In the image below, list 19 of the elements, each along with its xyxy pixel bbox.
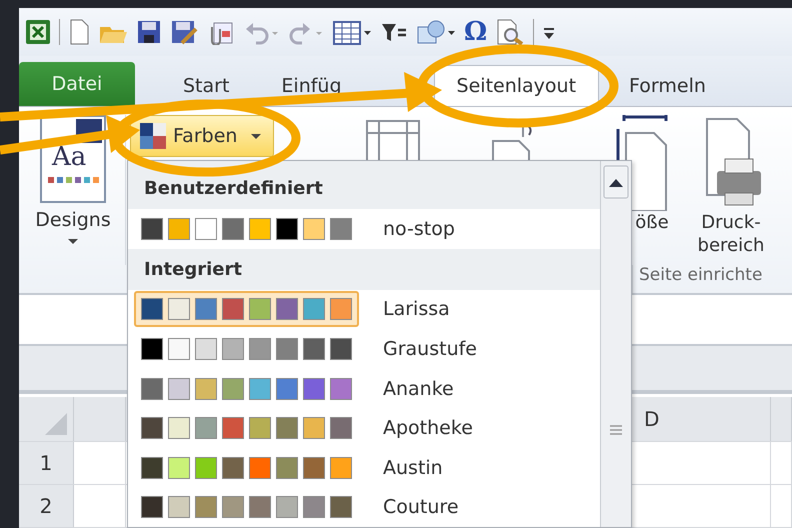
section-heading: Benutzerdefiniert	[128, 161, 600, 209]
ribbon-tab[interactable]: Einfüg	[259, 66, 364, 106]
section-heading: Integriert	[128, 248, 600, 290]
ribbon-tab[interactable]: Formeln	[607, 66, 728, 106]
file-tab[interactable]: Datei	[19, 62, 135, 106]
row-header[interactable]: 2	[19, 485, 74, 527]
colors-button[interactable]: Farben	[130, 115, 274, 157]
menu-item[interactable]: no-stop	[383, 218, 455, 240]
print-area-button[interactable]: Druck- bereich	[679, 115, 783, 265]
ribbon-tab[interactable]: Seitenlayout	[434, 65, 600, 106]
symbol-button[interactable]: Ω	[464, 17, 488, 47]
menu-item[interactable]: Larissa	[383, 298, 450, 320]
menu-item[interactable]: Austin	[383, 456, 443, 479]
menu-item[interactable]: Couture	[383, 496, 459, 518]
menu-item[interactable]: Apotheke	[383, 417, 473, 440]
menu-item[interactable]: Ananke	[383, 378, 454, 400]
menu-item[interactable]: Graustufe	[383, 338, 477, 360]
ribbon-tab[interactable]: Start	[161, 66, 252, 106]
row-header[interactable]: 1	[19, 442, 74, 484]
